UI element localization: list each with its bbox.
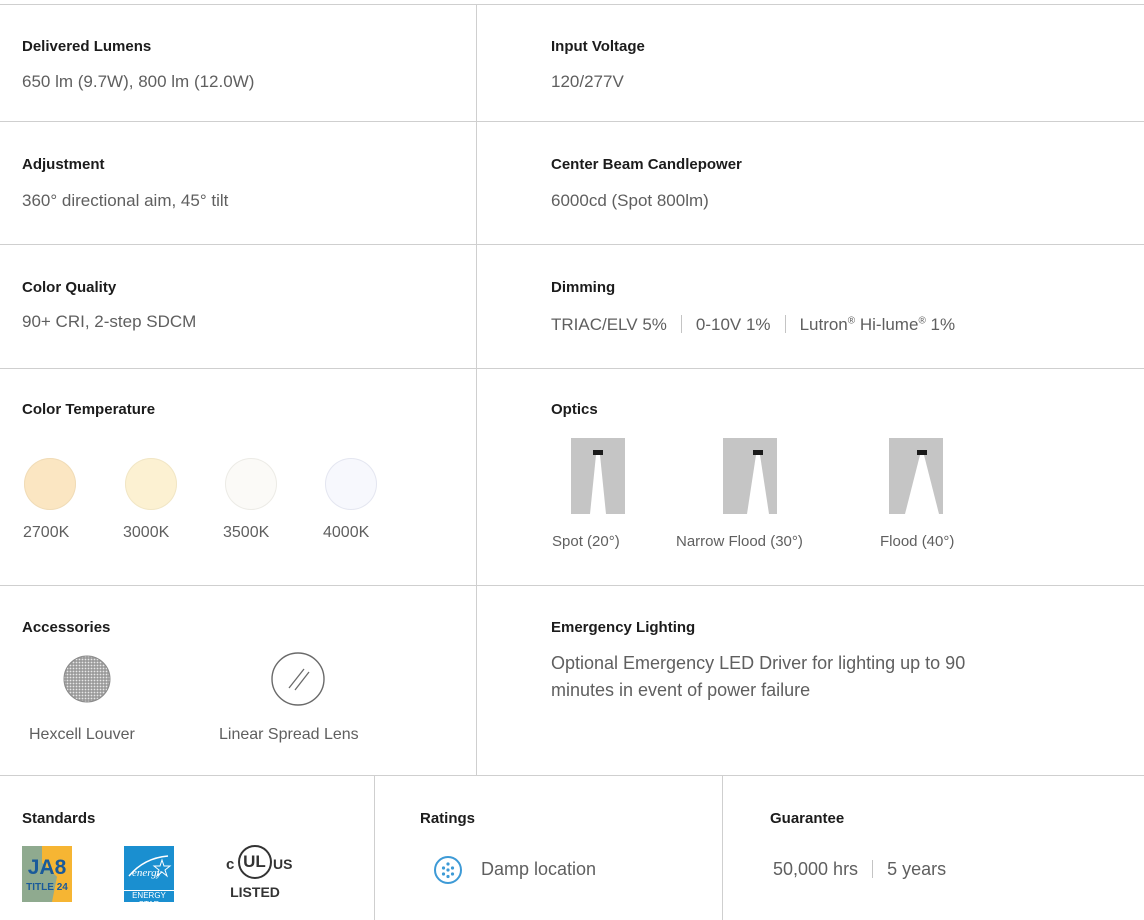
input-voltage-value: 120/277V bbox=[551, 72, 624, 91]
divider bbox=[0, 121, 1144, 122]
accessories-label: Accessories bbox=[22, 619, 111, 636]
emergency-lighting-line1: Optional Emergency LED Driver for lighti… bbox=[551, 653, 966, 673]
ja8-title24-logo: JA8 TITLE 24 bbox=[22, 846, 72, 902]
divider bbox=[0, 775, 1144, 776]
delivered-lumens-label: Delivered Lumens bbox=[22, 38, 152, 55]
input-voltage-label: Input Voltage bbox=[551, 38, 645, 55]
spot-beam-icon bbox=[571, 438, 625, 514]
guarantee-label: Guarantee bbox=[770, 810, 845, 827]
dimming-option-lutron: Lutron® Hi-lume® 1% bbox=[799, 315, 956, 334]
dimming-option-0-10v: 0-10V 1% bbox=[695, 315, 771, 334]
divider bbox=[374, 775, 375, 920]
ratings-value: Damp location bbox=[481, 859, 597, 879]
guarantee-hours: 50,000 hrs bbox=[773, 859, 859, 879]
divider bbox=[0, 368, 1144, 369]
divider bbox=[0, 585, 1144, 586]
separator bbox=[680, 315, 682, 333]
dimming-value: TRIAC/ELV 5% 0-10V 1% Lutron® Hi-lume® 1% bbox=[551, 315, 955, 335]
hexcell-louver-icon bbox=[63, 655, 111, 708]
adjustment-value: 360° directional aim, 45° tilt bbox=[22, 191, 229, 210]
swatch-label: 3500K bbox=[223, 524, 270, 541]
cbcp-label: Center Beam Candlepower bbox=[551, 156, 742, 173]
guarantee-value: 50,000 hrs 5 years bbox=[773, 859, 946, 880]
guarantee-years: 5 years bbox=[887, 859, 947, 879]
adjustment-label: Adjustment bbox=[22, 156, 105, 173]
accessory-label: Hexcell Louver bbox=[29, 726, 135, 743]
dimming-option-triac: TRIAC/ELV 5% bbox=[551, 315, 667, 334]
separator bbox=[784, 315, 786, 333]
cbcp-value: 6000cd (Spot 800lm) bbox=[551, 191, 709, 210]
divider bbox=[476, 4, 477, 775]
swatch-label: 2700K bbox=[23, 524, 70, 541]
ratings-label: Ratings bbox=[420, 810, 476, 827]
emergency-lighting-label: Emergency Lighting bbox=[551, 619, 696, 636]
swatch-label: 3000K bbox=[123, 524, 170, 541]
swatch-3500k bbox=[225, 458, 277, 510]
accessory-label: Linear Spread Lens bbox=[219, 726, 359, 743]
optics-label: Optics bbox=[551, 401, 598, 418]
swatch-3000k bbox=[125, 458, 177, 510]
narrow-flood-beam-icon bbox=[723, 438, 777, 514]
swatch-4000k bbox=[325, 458, 377, 510]
flood-beam-icon bbox=[889, 438, 943, 514]
divider bbox=[0, 4, 1144, 5]
delivered-lumens-value: 650 lm (9.7W), 800 lm (12.0W) bbox=[22, 72, 255, 91]
optic-label: Flood (40°) bbox=[880, 533, 955, 550]
swatch-label: 4000K bbox=[323, 524, 370, 541]
optic-label: Narrow Flood (30°) bbox=[676, 533, 803, 550]
swatch-2700k bbox=[24, 458, 76, 510]
divider bbox=[0, 244, 1144, 245]
standards-label: Standards bbox=[22, 810, 96, 827]
color-quality-label: Color Quality bbox=[22, 279, 117, 296]
ul-listed-logo: c UL US LISTED bbox=[226, 843, 292, 905]
divider bbox=[722, 775, 723, 920]
optic-label: Spot (20°) bbox=[552, 533, 620, 550]
emergency-lighting-line2: minutes in event of power failure bbox=[551, 680, 811, 700]
linear-spread-lens-icon bbox=[270, 651, 326, 712]
damp-location-icon bbox=[433, 855, 463, 890]
dimming-label: Dimming bbox=[551, 279, 616, 296]
color-temperature-label: Color Temperature bbox=[22, 401, 156, 418]
energy-star-logo: energy ENERGY STAR bbox=[124, 846, 174, 909]
separator bbox=[872, 860, 874, 878]
color-quality-value: 90+ CRI, 2-step SDCM bbox=[22, 312, 197, 331]
